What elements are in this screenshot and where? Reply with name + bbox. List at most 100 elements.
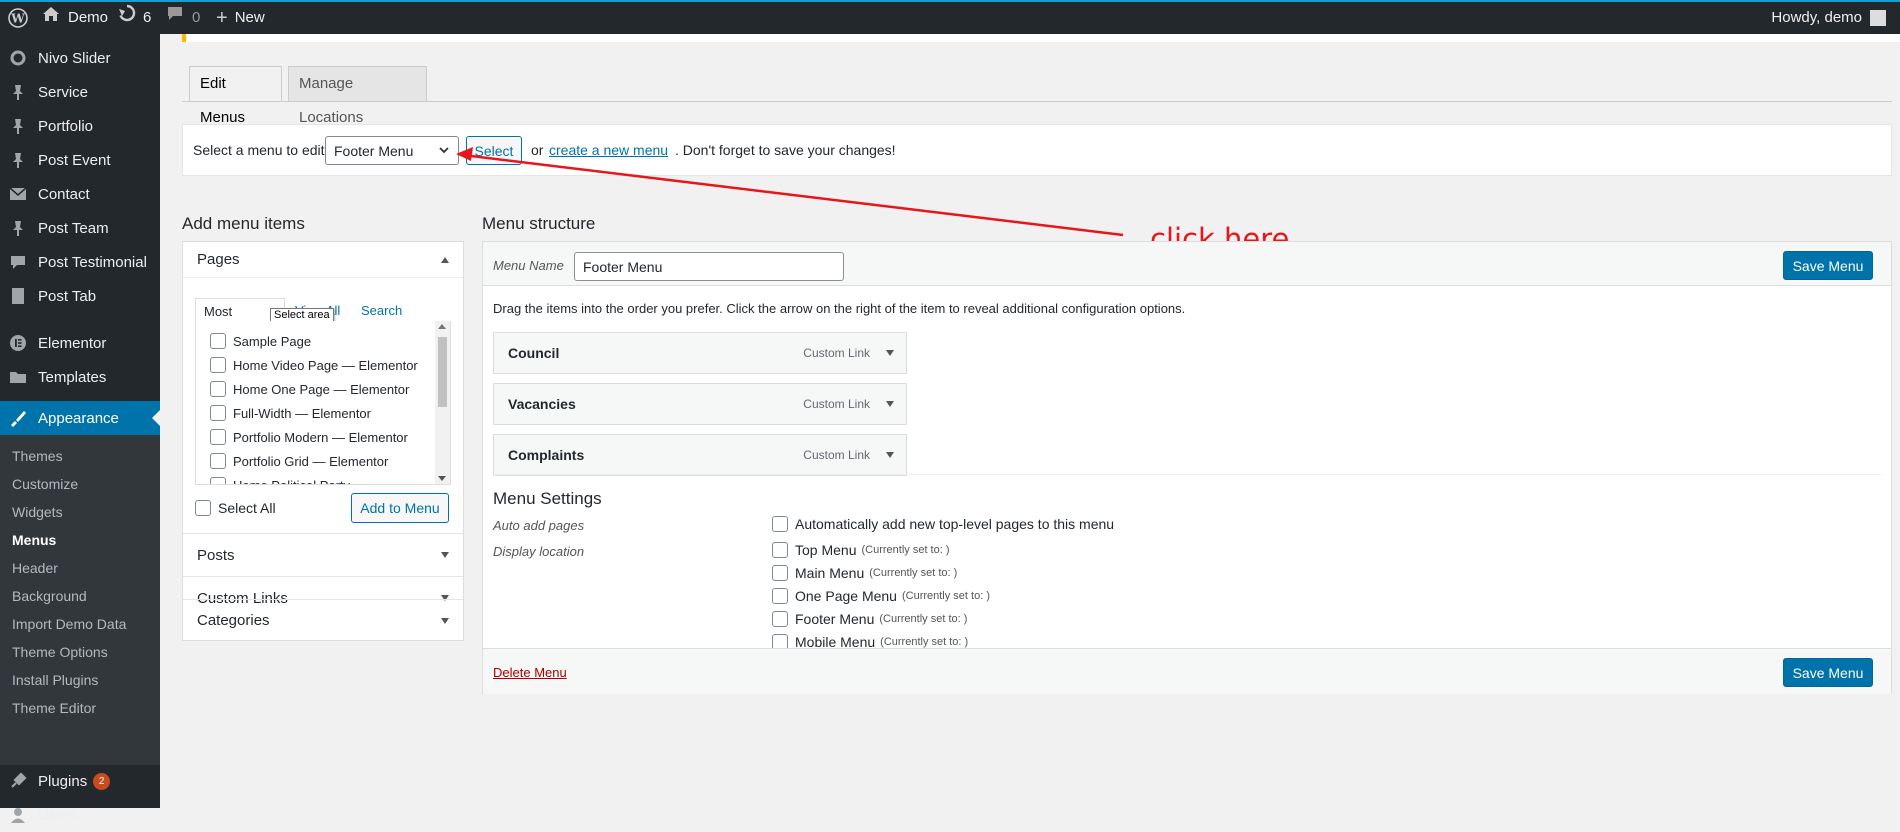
pin-icon xyxy=(8,218,28,238)
menu-item-type: Custom Link xyxy=(803,448,870,462)
sidebar-subitem-install-plugins[interactable]: Install Plugins xyxy=(12,670,98,690)
sidebar-item-contact[interactable]: Contact xyxy=(0,177,160,211)
delete-menu-link[interactable]: Delete Menu xyxy=(493,665,567,680)
sidebar-item-appearance[interactable]: Appearance xyxy=(0,401,160,435)
page-title: Sample Page xyxy=(233,333,312,349)
site-name-link[interactable]: Demo xyxy=(42,2,108,34)
checkbox[interactable] xyxy=(210,429,226,445)
checkbox[interactable] xyxy=(210,477,226,484)
new-content-link[interactable]: + New xyxy=(216,2,265,34)
checkbox[interactable] xyxy=(772,565,788,581)
menu-management-panel: Menu Name Footer Menu Save Menu Drag the… xyxy=(482,241,1892,694)
add-to-menu-button[interactable]: Add to Menu xyxy=(351,493,449,523)
sidebar-item-post-event[interactable]: Post Event xyxy=(0,143,160,177)
location-option-one-page-menu[interactable]: One Page Menu (Currently set to: ) xyxy=(772,588,990,604)
sidebar-subitem-customize[interactable]: Customize xyxy=(12,474,78,494)
checkbox[interactable] xyxy=(210,333,226,349)
menu-item[interactable]: Vacancies Custom Link xyxy=(493,383,907,425)
expand-arrow-icon[interactable] xyxy=(886,401,894,407)
sidebar-item-label: Portfolio xyxy=(38,117,94,135)
page-checklist-item[interactable]: Full-Width — Elementor xyxy=(210,405,371,421)
menu-footer: Delete Menu Save Menu xyxy=(483,648,1891,694)
sidebar-item-users[interactable]: Users xyxy=(0,798,160,832)
sidebar-subitem-theme-editor[interactable]: Theme Editor xyxy=(12,698,96,718)
page-checklist-item[interactable]: Portfolio Modern — Elementor xyxy=(210,429,408,445)
scroll-down-icon[interactable] xyxy=(438,476,446,481)
updates-icon xyxy=(118,2,136,34)
menu-item-title: Council xyxy=(508,345,560,361)
page-builder-suffix: Elementor xyxy=(348,429,408,445)
sidebar-item-service[interactable]: Service xyxy=(0,75,160,109)
sidebar-subitem-menus[interactable]: Menus xyxy=(12,530,56,550)
current-indicator xyxy=(152,410,160,426)
menu-item-type: Custom Link xyxy=(803,346,870,360)
page-title: Portfolio Modern — xyxy=(233,429,349,445)
location-option-footer-menu[interactable]: Footer Menu (Currently set to: ) xyxy=(772,611,967,627)
howdy-account-link[interactable]: Howdy, demo xyxy=(1771,2,1886,34)
checkbox[interactable] xyxy=(772,588,788,604)
categories-section-header[interactable]: Categories xyxy=(183,599,463,641)
page-checklist-item[interactable]: Home Video Page — Elementor xyxy=(210,357,418,373)
sidebar-subitem-theme-options[interactable]: Theme Options xyxy=(12,642,108,662)
page-checklist-item[interactable]: Home Political Party — xyxy=(210,477,370,484)
sidebar-subitem-widgets[interactable]: Widgets xyxy=(12,502,63,522)
sidebar-item-plugins[interactable]: Plugins 2 xyxy=(0,764,160,798)
select-all-label: Select All xyxy=(218,500,276,516)
checkbox[interactable] xyxy=(195,500,211,516)
page-checklist-item[interactable]: Sample Page xyxy=(210,333,311,349)
menu-item[interactable]: Council Custom Link xyxy=(493,332,907,374)
checkbox[interactable] xyxy=(210,453,226,469)
admin-bar: W Demo 6 0 + New Howdy, demo xyxy=(0,0,1900,34)
collapse-arrow-icon xyxy=(441,256,449,263)
checkbox[interactable] xyxy=(210,357,226,373)
page-checklist-item[interactable]: Home One Page — Elementor xyxy=(210,381,409,397)
updates-link[interactable]: 6 xyxy=(118,2,151,34)
checkbox[interactable] xyxy=(210,381,226,397)
sidebar-subitem-import-demo-data[interactable]: Import Demo Data xyxy=(12,614,126,634)
sidebar-item-nivo-slider[interactable]: Nivo Slider xyxy=(0,41,160,75)
auto-add-pages-option[interactable]: Automatically add new top-level pages to… xyxy=(772,516,1114,532)
menu-item-type: Custom Link xyxy=(803,397,870,411)
expand-arrow-icon[interactable] xyxy=(886,452,894,458)
pages-section-header[interactable]: Pages xyxy=(183,242,463,278)
menu-name-input[interactable]: Footer Menu xyxy=(574,252,844,281)
select-all-checkbox[interactable]: Select All xyxy=(195,500,276,516)
sidebar-item-label: Appearance xyxy=(38,409,119,427)
wordpress-logo-icon[interactable]: W xyxy=(8,2,28,34)
checkbox[interactable] xyxy=(210,405,226,421)
save-menu-button-top[interactable]: Save Menu xyxy=(1783,251,1873,280)
checkbox[interactable] xyxy=(772,611,788,627)
location-option-main-menu[interactable]: Main Menu (Currently set to: ) xyxy=(772,565,957,581)
sidebar-item-post-tab[interactable]: Post Tab xyxy=(0,279,160,313)
sidebar-subitem-header[interactable]: Header xyxy=(12,558,58,578)
expand-arrow-icon[interactable] xyxy=(886,350,894,356)
checkbox[interactable] xyxy=(772,542,788,558)
expand-arrow-icon xyxy=(441,552,449,558)
posts-section-header[interactable]: Posts xyxy=(183,533,463,576)
comments-link[interactable]: 0 xyxy=(166,2,200,34)
plugins-update-badge: 2 xyxy=(93,772,111,790)
sidebar-item-portfolio[interactable]: Portfolio xyxy=(0,109,160,143)
page-icon xyxy=(8,286,28,306)
sidebar-item-elementor[interactable]: Elementor xyxy=(0,326,160,360)
location-name: One Page Menu xyxy=(795,588,897,604)
scrollbar-thumb[interactable] xyxy=(438,337,447,407)
location-note: (Currently set to: ) xyxy=(869,567,958,579)
sidebar-item-post-team[interactable]: Post Team xyxy=(0,211,160,245)
mail-icon xyxy=(8,184,28,204)
scrollbar[interactable] xyxy=(435,321,450,484)
location-option-top-menu[interactable]: Top Menu (Currently set to: ) xyxy=(772,542,950,558)
tab-search[interactable]: Search xyxy=(361,303,402,318)
menu-item[interactable]: Complaints Custom Link xyxy=(493,434,907,476)
sidebar-item-label: Service xyxy=(38,83,89,101)
sidebar-item-post-testimonial[interactable]: Post Testimonial xyxy=(0,245,160,279)
save-menu-button-bottom[interactable]: Save Menu xyxy=(1783,658,1873,687)
checkbox[interactable] xyxy=(772,516,788,532)
pin-icon xyxy=(8,82,28,102)
sidebar-subitem-themes[interactable]: Themes xyxy=(12,446,63,466)
page-checklist-item[interactable]: Portfolio Grid — Elementor xyxy=(210,453,388,469)
menu-name-label: Menu Name xyxy=(493,258,564,273)
scroll-up-icon[interactable] xyxy=(438,324,446,329)
sidebar-subitem-background[interactable]: Background xyxy=(12,586,87,606)
sidebar-item-templates[interactable]: Templates xyxy=(0,360,160,394)
